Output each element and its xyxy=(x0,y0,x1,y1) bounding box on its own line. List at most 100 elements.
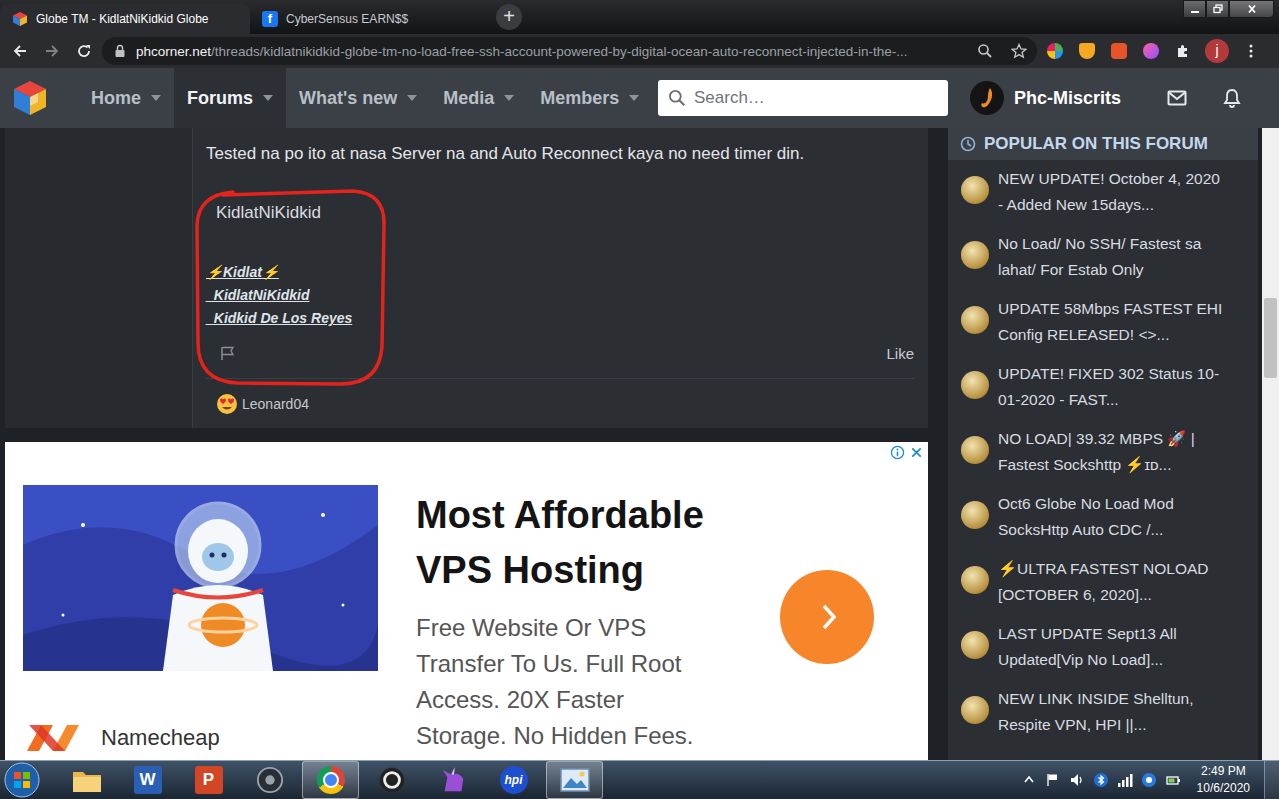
zoom-icon[interactable] xyxy=(977,43,993,59)
nav-item[interactable]: Home xyxy=(78,68,174,128)
reaction-user[interactable]: Leonard04 xyxy=(242,396,309,412)
caret-down-icon[interactable] xyxy=(263,95,273,101)
bluetooth-icon[interactable] xyxy=(1093,772,1109,788)
extension-button[interactable] xyxy=(1073,37,1101,65)
thread-title-line: UPDATE! FIXED 302 Status 10- xyxy=(998,361,1219,387)
extension-icon xyxy=(1047,43,1063,59)
site-logo[interactable] xyxy=(0,68,78,128)
popular-thread[interactable]: UPDATE 58Mbps FASTEST EHIConfig RELEASED… xyxy=(948,290,1258,355)
url-host: phcorner.net xyxy=(136,44,211,59)
taskbar-app[interactable] xyxy=(363,761,420,799)
ad-body: Free Website Or VPSTransfer To Us. Full … xyxy=(416,610,780,754)
nav-item[interactable]: Forums xyxy=(174,68,286,128)
thread-title-line: Config RELEASED! <>... xyxy=(998,322,1222,348)
back-button[interactable] xyxy=(6,37,34,65)
extension-icon xyxy=(1143,43,1159,59)
scrollbar[interactable] xyxy=(1262,128,1279,760)
clock[interactable]: 2:49 PM10/6/2020 xyxy=(1189,763,1256,797)
bell-icon[interactable] xyxy=(1223,88,1241,108)
action-center-flag-icon[interactable] xyxy=(1045,772,1061,788)
menu-button[interactable] xyxy=(1237,37,1265,65)
popular-thread[interactable]: NEW UPDATE! October 4, 2020- Added New 1… xyxy=(948,160,1258,225)
browser-tab[interactable]: fCyberSensus EARN$$ xyxy=(250,4,490,34)
close-ad-icon[interactable] xyxy=(909,445,924,460)
network-icon[interactable] xyxy=(1117,772,1133,788)
taskbar: WPhpi 2:49 PM10/6/2020 xyxy=(0,760,1279,799)
bookmark-star-icon[interactable] xyxy=(1011,43,1027,59)
namecheap-logo-icon xyxy=(23,723,83,753)
scroll-thumb[interactable] xyxy=(1264,298,1277,378)
browser-tab[interactable]: Globe TM - KidlatNiKidkid Globe xyxy=(0,4,250,34)
brand-name: Namecheap xyxy=(101,725,220,751)
close-icon xyxy=(1246,4,1258,14)
extension-button[interactable] xyxy=(1137,37,1165,65)
extension-button[interactable] xyxy=(1041,37,1069,65)
power-icon[interactable] xyxy=(1165,772,1181,788)
caret-down-icon[interactable] xyxy=(407,95,417,101)
popular-thread[interactable]: Oct6 Globe No Load ModSocksHttp Auto CDC… xyxy=(948,485,1258,550)
profile-button[interactable]: j xyxy=(1205,39,1229,63)
nav-item[interactable]: Members xyxy=(527,68,652,128)
thread-title: UPDATE! FIXED 302 Status 10-01-2020 - FA… xyxy=(998,361,1219,413)
mail-icon[interactable] xyxy=(1167,90,1187,106)
show-hidden-icons-icon[interactable] xyxy=(1021,772,1037,788)
signature-link[interactable]: _KidlatNiKidkid xyxy=(206,284,309,307)
caret-down-icon[interactable] xyxy=(629,95,639,101)
caret-down-icon[interactable] xyxy=(151,95,161,101)
taskbar-app[interactable]: P xyxy=(180,761,237,799)
search-field[interactable]: Search… xyxy=(658,80,948,116)
speaker-icon[interactable] xyxy=(1069,772,1085,788)
ad-open-button[interactable] xyxy=(780,570,874,664)
popular-thread[interactable]: LAST UPDATE Sept13 AllUpdated[Vip No Loa… xyxy=(948,615,1258,680)
user-avatar-icon[interactable] xyxy=(970,81,1004,115)
advertisement[interactable]: NamecheapMost AffordableVPS HostingFree … xyxy=(5,442,928,760)
signature-link[interactable]: ⚡Kidlat⚡ xyxy=(206,261,279,284)
thread-avatar-icon xyxy=(961,501,989,529)
restore-button[interactable] xyxy=(1206,0,1229,18)
chrome-center-icon xyxy=(323,772,339,788)
nav-item[interactable]: What's new xyxy=(286,68,430,128)
popular-thread[interactable]: ⚡ULTRA FASTEST NOLOAD[OCTOBER 6, 2020]..… xyxy=(948,550,1258,615)
taskbar-app[interactable] xyxy=(241,761,298,799)
thread-title-line: 01-2020 - FAST... xyxy=(998,387,1219,413)
browser-toolbar: phcorner.net/threads/kidlatnikidkid-glob… xyxy=(0,34,1279,68)
close-button[interactable] xyxy=(1229,0,1274,18)
signature: ⚡Kidlat⚡_KidlatNiKidkid_Kidkid De Los Re… xyxy=(206,261,914,330)
show-desktop-button[interactable] xyxy=(1264,761,1279,799)
post-message: Tested na po ito at nasa Server na and A… xyxy=(206,144,914,164)
new-tab-button[interactable]: + xyxy=(496,4,522,30)
app-tray-icon[interactable] xyxy=(1141,772,1157,788)
reload-button[interactable] xyxy=(70,37,98,65)
nav-item[interactable]: Media xyxy=(430,68,527,128)
like-button[interactable]: Like xyxy=(886,345,914,362)
taskbar-app[interactable] xyxy=(302,761,359,799)
caret-down-icon[interactable] xyxy=(504,95,514,101)
taskbar-app[interactable] xyxy=(424,761,481,799)
popular-thread[interactable]: No Load/ No SSH/ Fastest salahat/ For Es… xyxy=(948,225,1258,290)
popular-thread[interactable]: NEW LINK INSIDE Shelltun,Respite VPN, HP… xyxy=(948,680,1258,745)
restore-icon xyxy=(1212,4,1224,14)
taskbar-app[interactable] xyxy=(546,761,603,799)
popular-thread[interactable]: UPDATE! FIXED 302 Status 10-01-2020 - FA… xyxy=(948,355,1258,420)
reaction[interactable]: Leonard04 xyxy=(206,393,309,415)
extension-button[interactable] xyxy=(1105,37,1133,65)
user-name[interactable]: Phc-Miscrits xyxy=(1014,88,1121,109)
minimize-button[interactable] xyxy=(1183,0,1206,18)
address-bar[interactable]: phcorner.net/threads/kidlatnikidkid-glob… xyxy=(102,37,1037,65)
taskbar-app[interactable]: W xyxy=(119,761,176,799)
taskbar-app[interactable]: hpi xyxy=(485,761,542,799)
taskbar-spacer xyxy=(607,761,1013,799)
popular-thread[interactable]: NO LOAD| 39.32 MBPS 🚀 |Fastest Sockshttp… xyxy=(948,420,1258,485)
extensions-button[interactable] xyxy=(1169,37,1197,65)
thread-avatar-icon xyxy=(961,631,989,659)
taskbar-app[interactable] xyxy=(58,761,115,799)
start-button[interactable] xyxy=(0,761,58,799)
signature-link[interactable]: _Kidkid De Los Reyes xyxy=(206,307,352,330)
forward-button[interactable] xyxy=(38,37,66,65)
chrome-icon xyxy=(317,766,345,794)
thread-title-line: Respite VPN, HPI ||... xyxy=(998,712,1194,738)
tab-title: Globe TM - KidlatNiKidkid Globe xyxy=(36,12,209,26)
chevron-right-icon xyxy=(819,602,839,632)
info-icon[interactable] xyxy=(890,445,905,460)
report-flag-icon[interactable] xyxy=(220,345,236,361)
